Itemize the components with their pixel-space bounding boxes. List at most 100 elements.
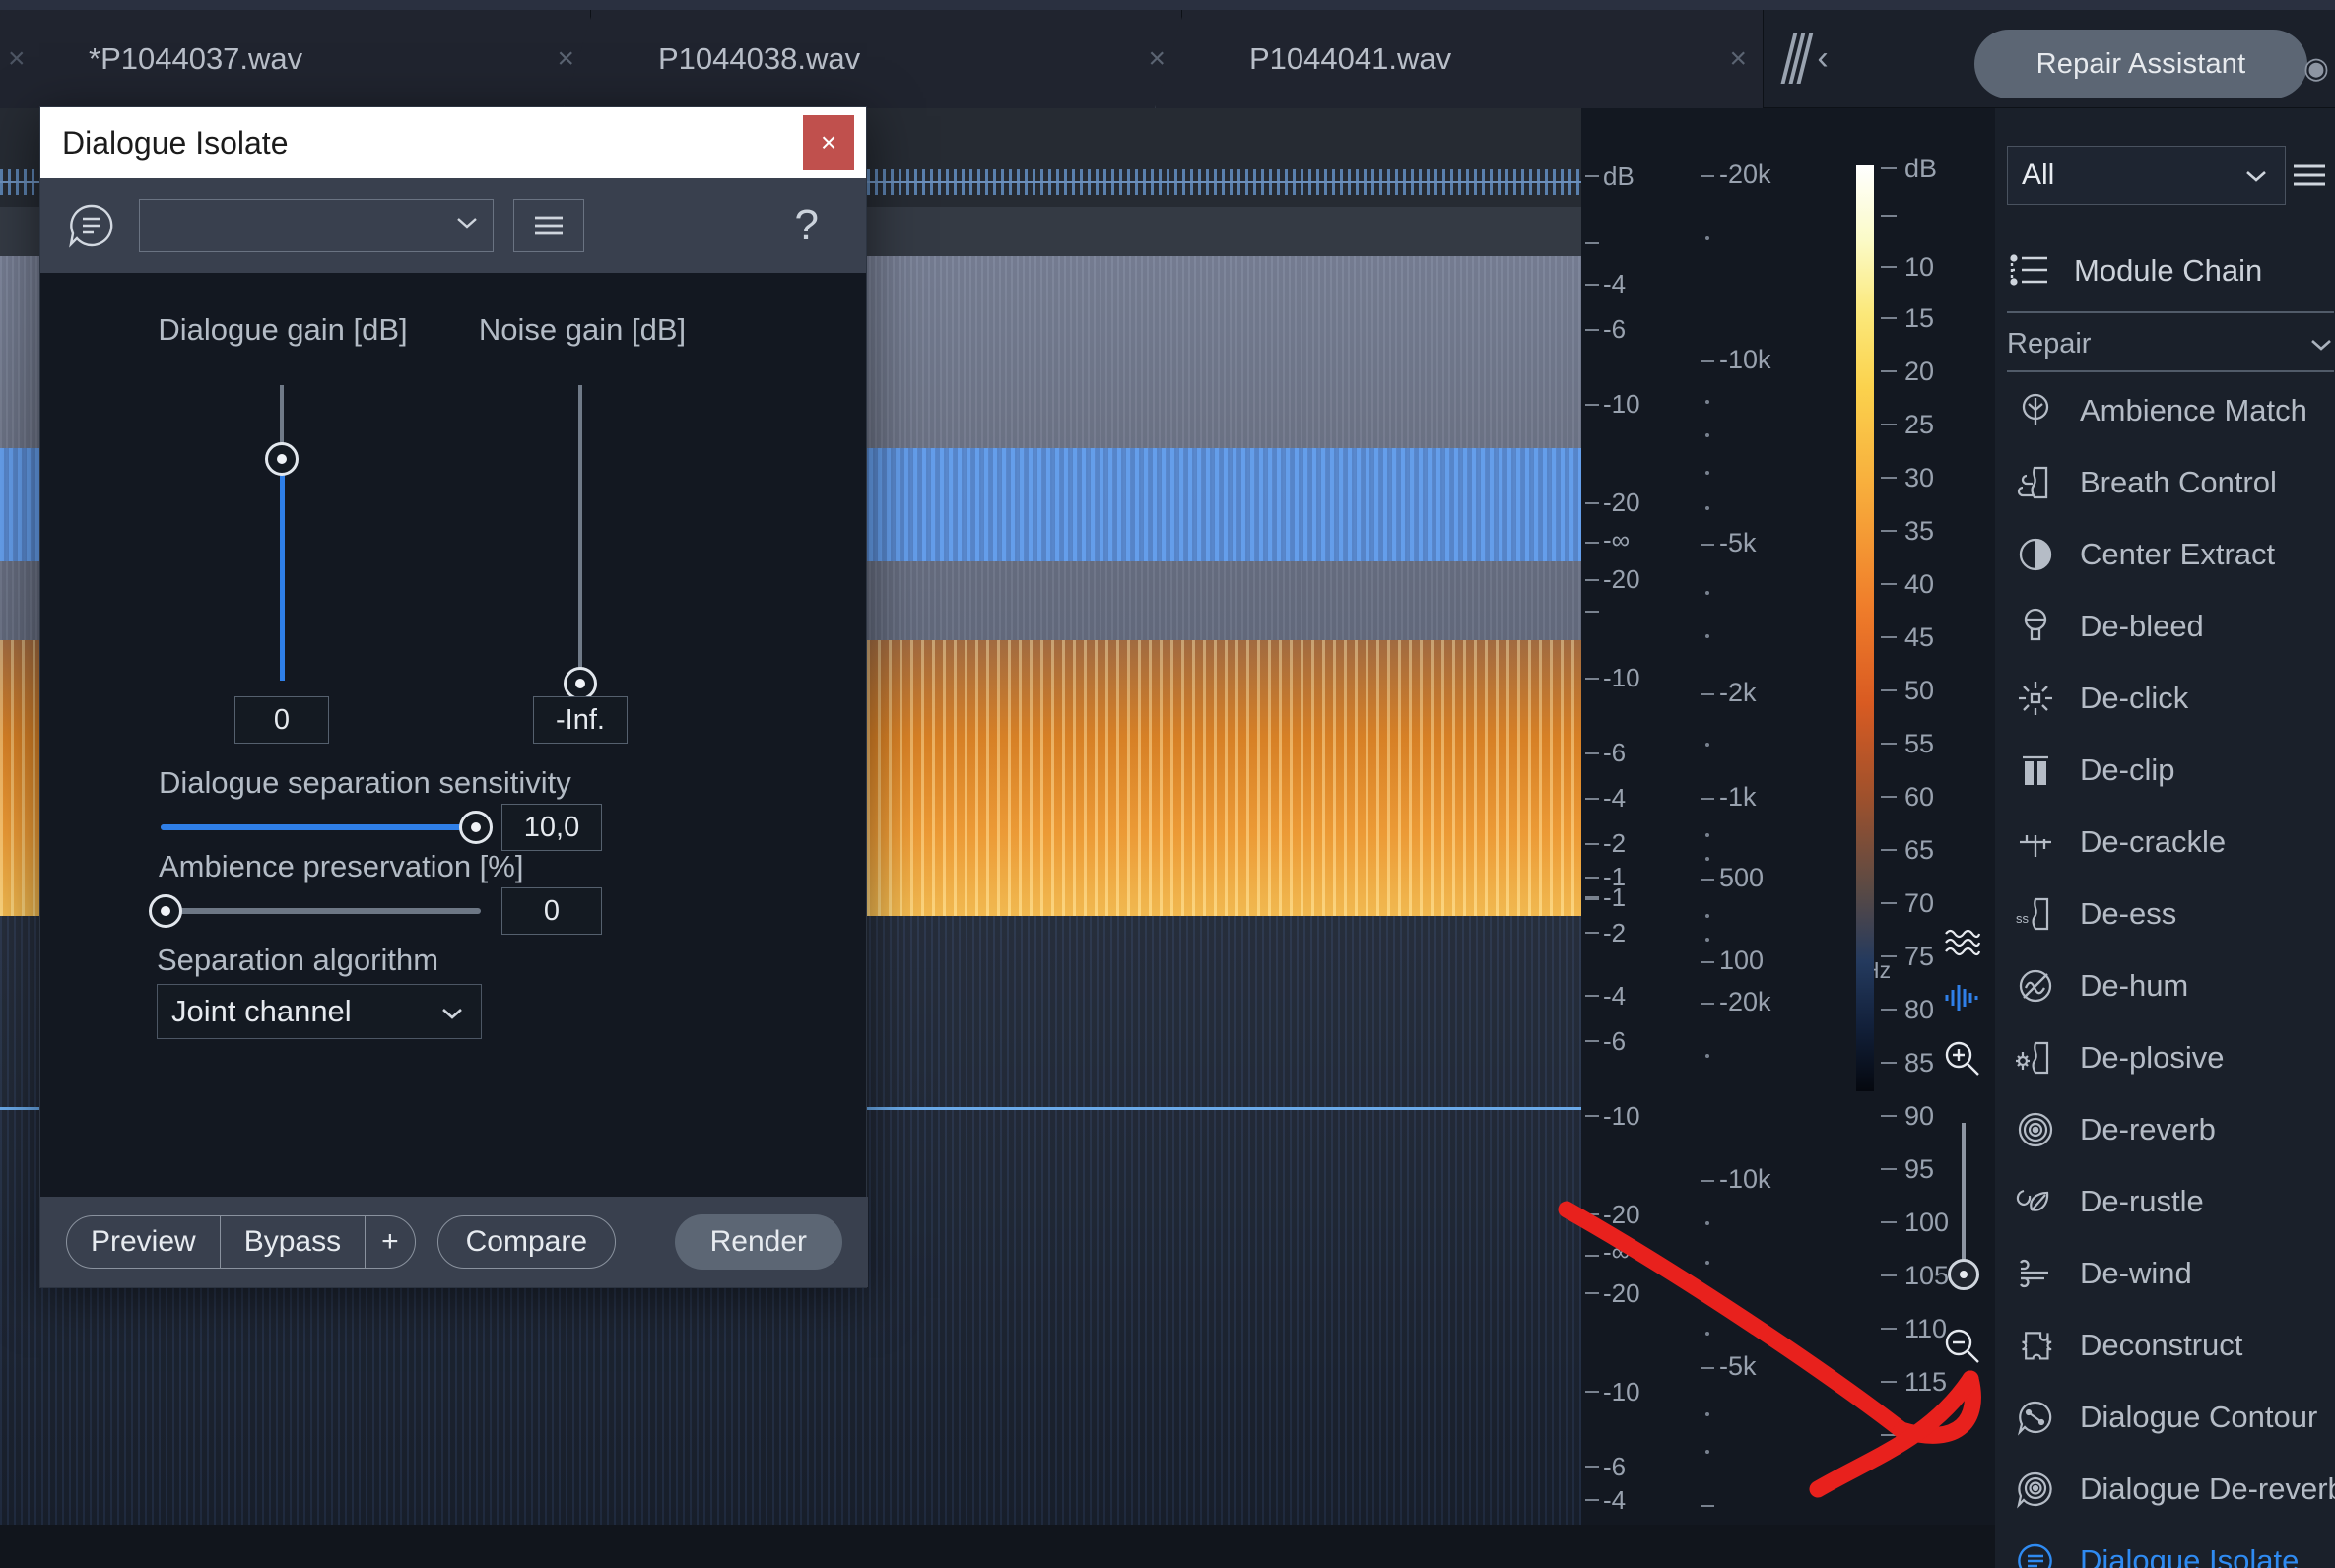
file-tabs: × *P1044037.wav × P1044038.wav × P104404… [0, 10, 1764, 108]
module-item-label: De-plosive [2080, 1039, 2225, 1075]
module-item-de-crackle[interactable]: De-crackle [2007, 806, 2335, 878]
separation-sensitivity-knob[interactable] [459, 811, 493, 844]
add-preview-button[interactable]: + [366, 1216, 415, 1268]
module-chain-row[interactable]: Module Chain [2007, 236, 2334, 305]
db-tick: -10 [1603, 663, 1640, 692]
module-item-deconstruct[interactable]: Deconstruct [2007, 1309, 2335, 1381]
spectrogram-icon[interactable] [1931, 916, 1994, 969]
module-item-de-hum[interactable]: De-hum [2007, 949, 2335, 1021]
tab-file-2[interactable]: P1044041.wav × [1155, 10, 1764, 108]
separation-algorithm-select[interactable]: Joint channel [157, 984, 482, 1039]
module-item-de-rustle[interactable]: De-rustle [2007, 1165, 2335, 1237]
tab-file-1[interactable]: P1044038.wav × [564, 10, 1182, 108]
db-tick-lower: -10 [1603, 1101, 1640, 1131]
module-item-label: De-reverb [2080, 1111, 2216, 1146]
tab-close-icon[interactable]: × [557, 44, 574, 74]
db-tick: -4 [1603, 269, 1627, 298]
ambience-preservation-value[interactable]: 0 [501, 887, 602, 935]
dialog-title-bar[interactable]: Dialogue Isolate × [40, 107, 866, 178]
crackle-icon [2013, 819, 2058, 865]
tab-overflow-icon[interactable]: ‹ [1764, 18, 1852, 98]
module-item-de-click[interactable]: De-click [2007, 662, 2335, 734]
db-tick-lower: -6 [1603, 1026, 1627, 1056]
noise-gain-value[interactable]: -Inf. [533, 696, 628, 744]
leaf-icon [2013, 1179, 2058, 1224]
tab-close-icon[interactable]: × [1729, 44, 1747, 74]
izotope-rx-window: × *P1044037.wav × P1044038.wav × P104404… [0, 0, 2335, 1568]
hz-tick-lower: -5k [1719, 1351, 1757, 1381]
module-item-de-plosive[interactable]: De-plosive [2007, 1021, 2335, 1093]
chevron-down-icon [455, 216, 479, 235]
module-filter-select[interactable]: All [2007, 146, 2287, 205]
separation-sensitivity-value[interactable]: 10,0 [501, 804, 602, 851]
render-button[interactable]: Render [674, 1214, 842, 1270]
repair-assistant-label: Repair Assistant [2035, 47, 2246, 80]
chevron-left-icon: ‹ [1817, 38, 1829, 77]
db-tick: -4 [1603, 783, 1627, 813]
module-panel: All Module Chain Repair Ambience Match B… [1995, 108, 2335, 1568]
colorbar-tick: 80 [1904, 995, 1935, 1024]
svg-text:ss: ss [2016, 911, 2030, 926]
preset-select[interactable] [139, 199, 494, 252]
noise-gain-slider-knob[interactable] [564, 667, 597, 700]
module-item-de-bleed[interactable]: De-bleed [2007, 590, 2335, 662]
module-item-de-ess[interactable]: ss De-ess [2007, 878, 2335, 949]
separation-sensitivity-label: Dialogue separation sensitivity [159, 765, 571, 800]
module-item-label: De-rustle [2080, 1183, 2204, 1218]
window-strip [0, 0, 2335, 10]
module-item-de-reverb[interactable]: De-reverb [2007, 1093, 2335, 1165]
colorbar-tick: 55 [1904, 729, 1935, 758]
module-item-dialogue-de-reverb[interactable]: Dialogue De-reverb [2007, 1453, 2335, 1525]
module-item-center-extract[interactable]: Center Extract [2007, 518, 2335, 590]
dialogue-isolate-icon [64, 198, 119, 253]
preview-button[interactable]: Preview [67, 1216, 221, 1268]
tab-slant [0, 10, 2, 108]
tab-file-0[interactable]: × *P1044037.wav × [0, 10, 591, 108]
bypass-button[interactable]: Bypass [221, 1216, 367, 1268]
chevron-down-icon [439, 994, 465, 1029]
topbar-extra-icon[interactable]: ◉ [2303, 51, 2329, 86]
module-item-breath-control[interactable]: Breath Control [2007, 446, 2335, 518]
zoom-slider-track[interactable] [1962, 1123, 1966, 1280]
close-icon[interactable]: × [803, 115, 854, 170]
noise-gain-slider-track[interactable] [578, 385, 582, 681]
zoom-in-icon[interactable] [1931, 1032, 1994, 1085]
colorbar-tick: 30 [1904, 463, 1935, 492]
colorbar-tick: 70 [1904, 888, 1935, 918]
dialog-toolbar: ? [40, 178, 866, 273]
module-chain-label: Module Chain [2074, 253, 2263, 288]
module-item-dialogue-contour[interactable]: Dialogue Contour [2007, 1381, 2335, 1453]
module-divider-top [2007, 311, 2334, 313]
noise-gain-label: Noise gain [dB] [478, 312, 687, 347]
hz-tick: 100 [1719, 946, 1765, 975]
compare-button[interactable]: Compare [436, 1215, 617, 1269]
module-item-de-clip[interactable]: De-clip [2007, 734, 2335, 806]
module-item-label: De-bleed [2080, 608, 2204, 643]
zoom-out-icon[interactable] [1931, 1320, 1994, 1373]
zoom-slider-knob[interactable] [1948, 1259, 1979, 1290]
repair-assistant-button[interactable]: Repair Assistant [1974, 30, 2307, 98]
tab-left-close-icon[interactable]: × [8, 42, 26, 76]
center-extract-icon [2013, 532, 2058, 577]
separation-sensitivity-fill [161, 824, 474, 830]
colorbar-tick: 85 [1904, 1048, 1935, 1078]
module-item-label: De-ess [2080, 895, 2177, 931]
colorbar-tick: 95 [1904, 1154, 1935, 1184]
help-button[interactable]: ? [795, 201, 819, 250]
db-tick-lower: -10 [1603, 1377, 1640, 1406]
colorbar-tick: 40 [1904, 569, 1935, 599]
module-item-label: De-wind [2080, 1255, 2192, 1290]
preset-menu-button[interactable] [513, 199, 584, 252]
module-category-repair[interactable]: Repair [2007, 315, 2334, 372]
tab-close-icon[interactable]: × [1148, 44, 1166, 74]
module-list-menu-button[interactable] [2286, 146, 2332, 205]
dialogue-gain-value[interactable]: 0 [234, 696, 329, 744]
dialogue-gain-slider-knob[interactable] [265, 442, 299, 476]
module-item-dialogue-isolate[interactable]: Dialogue Isolate [2007, 1525, 2335, 1568]
module-item-de-wind[interactable]: De-wind [2007, 1237, 2335, 1309]
dialog-footer: Preview Bypass + Compare Render [40, 1197, 868, 1287]
ambience-preservation-knob[interactable] [149, 894, 182, 928]
ambience-preservation-track[interactable] [164, 908, 481, 914]
module-item-ambience-match[interactable]: Ambience Match [2007, 374, 2335, 446]
waveform-icon[interactable] [1931, 971, 1994, 1024]
